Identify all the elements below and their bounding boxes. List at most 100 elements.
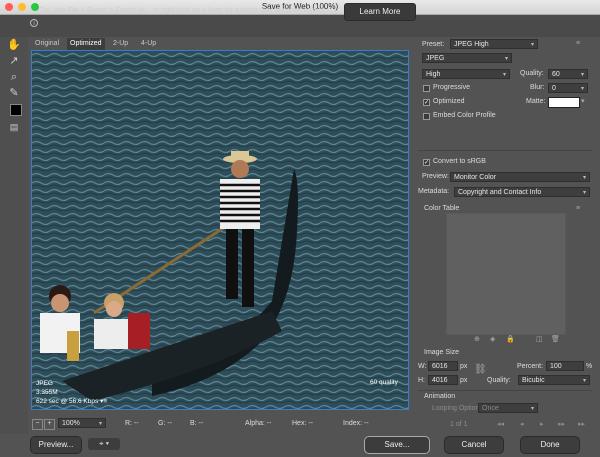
color-table-menu-icon[interactable]: ≡: [576, 205, 580, 212]
readout-r: R: --: [125, 420, 139, 427]
looping-select[interactable]: Once ▾: [478, 403, 538, 413]
height-input[interactable]: 4016: [428, 375, 458, 385]
resample-quality-select[interactable]: Bicubic ▾: [518, 375, 590, 385]
tip-bar: [0, 15, 600, 37]
chevron-down-icon: ▾: [580, 72, 584, 78]
image-size-label: Image Size: [424, 349, 460, 356]
preset-select[interactable]: JPEG High ▾: [450, 39, 538, 49]
readout-b: B: --: [190, 420, 204, 427]
preview-label: Preview:: [422, 173, 449, 180]
save-button[interactable]: Save...: [364, 436, 430, 454]
percent-label: Percent:: [517, 363, 544, 370]
animation-label: Animation: [424, 393, 456, 400]
color-table-label: Color Table: [424, 205, 460, 212]
matte-color-swatch[interactable]: [548, 97, 580, 108]
tab-4-up[interactable]: 4-Up: [138, 38, 159, 50]
chevron-down-icon: ▾: [98, 421, 102, 427]
quality-level-select[interactable]: High ▾: [422, 69, 510, 79]
zoom-tool-icon[interactable]: ⌕: [6, 70, 22, 84]
panel-divider: [418, 150, 593, 151]
map-color-icon[interactable]: ⊕: [474, 335, 480, 343]
embed-profile-label: Embed Color Profile: [433, 112, 496, 119]
new-color-icon[interactable]: ◫: [536, 335, 543, 343]
matte-chevron-down-icon[interactable]: ▾: [581, 97, 585, 105]
zoom-out-button[interactable]: −: [32, 419, 43, 430]
output-format: JPEG: [36, 380, 53, 387]
preset-label: Preset:: [422, 41, 445, 48]
optimized-checkbox[interactable]: ✓: [423, 99, 430, 106]
quality-label: Quality:: [520, 70, 544, 77]
quality-input[interactable]: 60 ▾: [548, 69, 588, 79]
first-frame-icon[interactable]: ◂◂: [497, 420, 504, 428]
readout-index: Index: --: [343, 420, 369, 427]
looping-label: Looping Options:: [432, 405, 485, 412]
tab-2-up[interactable]: 2-Up: [110, 38, 131, 50]
next-frame-icon[interactable]: ▸▸: [558, 420, 565, 428]
tab-optimized[interactable]: Optimized: [67, 38, 105, 50]
link-dimensions-icon[interactable]: ⛓: [474, 364, 487, 375]
play-icon[interactable]: ▸: [540, 420, 544, 428]
quality-note: 60 quality: [370, 379, 398, 386]
chevron-down-icon: ▾: [580, 86, 584, 92]
panel-divider: [418, 390, 593, 391]
learn-more-button[interactable]: Learn More: [344, 3, 416, 21]
eyedropper-color-swatch[interactable]: [10, 104, 22, 116]
frame-counter: 1 of 1: [450, 421, 468, 428]
chevron-down-icon: ▾: [582, 190, 586, 196]
output-file-size: 3.355M: [36, 389, 58, 396]
matte-label: Matte:: [526, 98, 546, 105]
download-time: 622 sec @ 56.6 Kbps ▾≡: [36, 398, 108, 405]
hand-tool-icon[interactable]: ✋: [6, 38, 22, 52]
preview-button[interactable]: Preview...: [30, 436, 82, 454]
chevron-down-icon: ▾: [530, 42, 534, 48]
info-icon: i: [30, 19, 38, 27]
chevron-down-icon: ▾: [530, 406, 534, 412]
chevron-down-icon: ▾: [582, 175, 586, 181]
chevron-down-icon: ▾: [504, 56, 508, 62]
download-time-menu-icon[interactable]: ▾≡: [100, 398, 107, 405]
image-info: JPEG 3.355M 622 sec @ 56.6 Kbps ▾≡: [36, 379, 107, 406]
width-input[interactable]: 6016: [428, 361, 458, 371]
percent-input[interactable]: 100: [546, 361, 584, 371]
zoom-in-button[interactable]: +: [44, 419, 55, 430]
readout-hex: Hex: --: [292, 420, 313, 427]
image-preview[interactable]: [31, 50, 409, 410]
readout-alpha: Alpha: --: [245, 420, 272, 427]
tip-text: Tip: Use File > Export > Export As... or…: [40, 7, 325, 14]
prev-frame-icon[interactable]: ◂: [520, 420, 524, 428]
progressive-label: Progressive: [433, 84, 470, 91]
chevron-down-icon: ▾: [582, 378, 586, 384]
embed-profile-checkbox[interactable]: [423, 113, 430, 120]
eyedropper-icon[interactable]: ✎: [6, 86, 22, 100]
delete-color-icon[interactable]: 🗑: [551, 335, 560, 343]
percent-unit: %: [586, 363, 593, 370]
last-frame-icon[interactable]: ▸▸: [578, 420, 585, 428]
readout-g: G: --: [158, 420, 172, 427]
height-unit: px: [460, 377, 468, 384]
width-label: W:: [418, 363, 427, 370]
done-button[interactable]: Done: [520, 436, 580, 454]
browser-preview-icon[interactable]: ⌖ ▾: [88, 438, 120, 450]
cancel-button[interactable]: Cancel: [444, 436, 504, 454]
blur-input[interactable]: 0 ▾: [548, 83, 588, 93]
resample-quality-label: Quality:: [487, 377, 511, 384]
preview-select[interactable]: Monitor Color ▾: [450, 172, 590, 182]
format-select[interactable]: JPEG ▾: [422, 53, 512, 63]
chevron-down-icon: ▾: [502, 72, 506, 78]
color-table[interactable]: [446, 213, 566, 335]
convert-srgb-checkbox[interactable]: ✓: [423, 159, 430, 166]
toggle-slices-icon[interactable]: ▤: [6, 120, 22, 134]
web-shift-icon[interactable]: ◈: [490, 335, 495, 343]
metadata-label: Metadata:: [418, 188, 450, 195]
progressive-checkbox[interactable]: [423, 85, 430, 92]
tab-original[interactable]: Original: [32, 38, 62, 50]
height-label: H:: [418, 377, 425, 384]
metadata-select[interactable]: Copyright and Contact Info ▾: [454, 187, 590, 197]
panel-menu-icon[interactable]: ≡: [576, 40, 580, 47]
slice-select-icon[interactable]: ↗: [6, 54, 22, 68]
zoom-level-select[interactable]: 100% ▾: [58, 418, 106, 428]
lock-color-icon[interactable]: 🔒: [506, 335, 515, 343]
blur-label: Blur:: [530, 84, 545, 91]
width-unit: px: [460, 363, 468, 370]
gondola-photo: [32, 51, 408, 409]
